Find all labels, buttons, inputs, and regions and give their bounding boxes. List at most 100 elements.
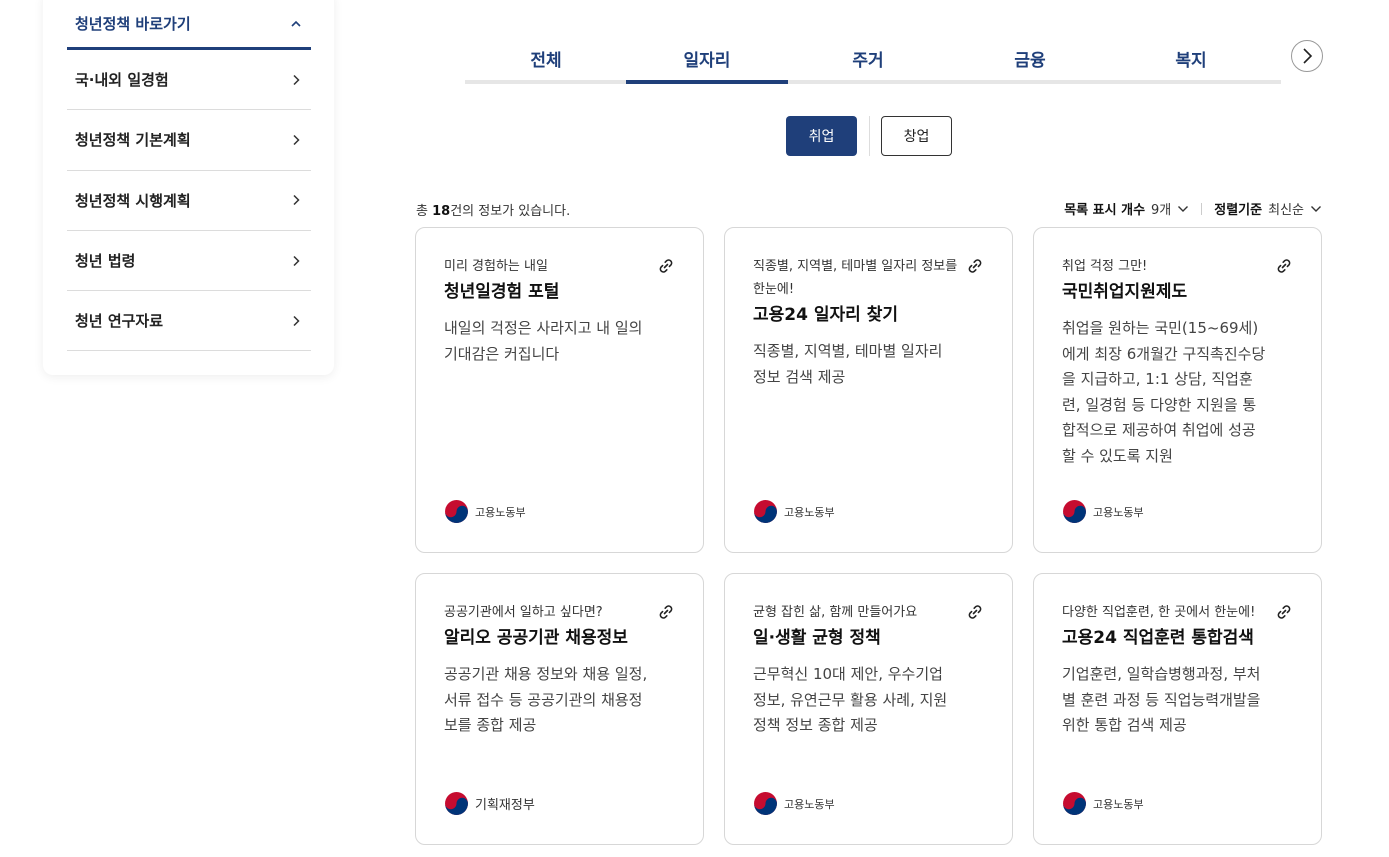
card-title: 고용24 직업훈련 통합검색 bbox=[1062, 628, 1254, 648]
chevron-right-icon bbox=[293, 255, 300, 266]
policy-card[interactable]: 균형 잡힌 삶, 함께 만들어가요 일·생활 균형 정책 근무혁신 10대 제안… bbox=[724, 573, 1013, 845]
policy-card[interactable]: 직종별, 지역별, 테마별 일자리 정보를 한눈에! 고용24 일자리 찾기 직… bbox=[724, 227, 1013, 553]
sidebar-item-research-materials[interactable]: 청년 연구자료 bbox=[67, 291, 311, 352]
link-icon[interactable] bbox=[1275, 257, 1293, 275]
sort-value: 최신순 bbox=[1268, 203, 1304, 218]
tabs-next-button[interactable] bbox=[1291, 40, 1323, 72]
policy-card[interactable]: 공공기관에서 일하고 싶다면? 알리오 공공기관 채용정보 공공기관 채용 정보… bbox=[415, 573, 704, 845]
sidebar-item-label: 국·내외 일경험 bbox=[75, 71, 169, 90]
sidebar-item-label: 청년정책 시행계획 bbox=[75, 191, 191, 210]
subtab-startup[interactable]: 창업 bbox=[881, 116, 952, 156]
sidebar-item-implementation-plan[interactable]: 청년정책 시행계획 bbox=[67, 171, 311, 231]
page-size-dropdown[interactable]: 목록 표시 개수 9개 bbox=[1064, 199, 1189, 218]
organization-name: 고용노동부 bbox=[475, 505, 526, 519]
card-title: 일·생활 균형 정책 bbox=[753, 628, 881, 648]
category-tabs: 전체 일자리 주거 금융 복지 bbox=[465, 32, 1281, 84]
subtab-employment[interactable]: 취업 bbox=[786, 116, 857, 156]
chevron-down-icon bbox=[1178, 205, 1189, 212]
card-title: 고용24 일자리 찾기 bbox=[753, 305, 898, 325]
card-description: 취업을 원하는 국민(15~69세)에게 최장 6개월간 구직촉진수당을 지급하… bbox=[1062, 319, 1266, 465]
policy-card[interactable]: 취업 걱정 그만! 국민취업지원제도 취업을 원하는 국민(15~69세)에게 … bbox=[1033, 227, 1322, 553]
organization-name: 고용노동부 bbox=[784, 505, 835, 519]
page: 청년정책 바로가기 국·내외 일경험 청년정책 기본계획 청년정책 시행계획 청… bbox=[0, 0, 1389, 857]
government-emblem-icon bbox=[754, 500, 777, 523]
card-description: 근무혁신 10대 제안, 우수기업 정보, 유연근무 활용 사례, 지원정책 정… bbox=[753, 665, 948, 734]
policy-card[interactable]: 미리 경험하는 내일 청년일경험 포털 내일의 걱정은 사라지고 내 일의 기대… bbox=[415, 227, 704, 553]
control-divider bbox=[1201, 202, 1203, 215]
sidebar-title: 청년정책 바로가기 bbox=[75, 15, 191, 33]
count-suffix: 건의 정보가 있습니다. bbox=[450, 204, 571, 219]
chevron-right-icon bbox=[293, 315, 300, 326]
government-emblem-icon bbox=[445, 792, 468, 815]
tab-welfare[interactable]: 복지 bbox=[1110, 32, 1272, 84]
tab-housing[interactable]: 주거 bbox=[787, 32, 949, 84]
card-subtitle: 균형 잡힌 삶, 함께 만들어가요 bbox=[753, 605, 918, 620]
link-icon[interactable] bbox=[657, 603, 675, 621]
sidebar-item-label: 청년 연구자료 bbox=[75, 312, 164, 331]
card-text: 직종별, 지역별, 테마별 일자리 정보를 한눈에! 고용24 일자리 찾기 직… bbox=[753, 255, 959, 390]
organization-name: 고용노동부 bbox=[784, 797, 835, 811]
card-organization: 고용노동부 bbox=[444, 499, 526, 524]
link-icon[interactable] bbox=[657, 257, 675, 275]
government-emblem-icon bbox=[1063, 792, 1086, 815]
policy-card[interactable]: 다양한 직업훈련, 한 곳에서 한눈에! 고용24 직업훈련 통합검색 기업훈련… bbox=[1033, 573, 1322, 845]
card-organization: 기획재정부 bbox=[444, 791, 535, 816]
sidebar-list: 국·내외 일경험 청년정책 기본계획 청년정책 시행계획 청년 법령 청년 연구… bbox=[67, 50, 311, 352]
card-title: 국민취업지원제도 bbox=[1062, 282, 1188, 302]
page-size-label: 목록 표시 개수 bbox=[1064, 203, 1146, 218]
organization-name: 기획재정부 bbox=[475, 798, 535, 813]
card-text: 균형 잡힌 삶, 함께 만들어가요 일·생활 균형 정책 근무혁신 10대 제안… bbox=[753, 601, 959, 739]
count-number: 18 bbox=[432, 204, 451, 219]
chevron-right-icon bbox=[293, 74, 300, 85]
chevron-right-icon bbox=[293, 134, 300, 145]
card-description: 기업훈련, 일학습병행과정, 부처별 훈련 과정 등 직업능력개발을 위한 통합… bbox=[1062, 665, 1261, 734]
card-description: 공공기관 채용 정보와 채용 일정, 서류 접수 등 공공기관의 채용정보를 종… bbox=[444, 665, 648, 734]
card-organization: 고용노동부 bbox=[753, 499, 835, 524]
card-subtitle: 미리 경험하는 내일 bbox=[444, 259, 548, 274]
sort-label: 정렬기준 bbox=[1214, 203, 1263, 218]
chevron-right-icon bbox=[293, 195, 300, 206]
tab-finance[interactable]: 금융 bbox=[949, 32, 1111, 84]
sort-dropdown[interactable]: 정렬기준 최신순 bbox=[1214, 199, 1322, 218]
card-title: 청년일경험 포털 bbox=[444, 282, 560, 302]
card-text: 공공기관에서 일하고 싶다면? 알리오 공공기관 채용정보 공공기관 채용 정보… bbox=[444, 601, 650, 739]
card-text: 취업 걱정 그만! 국민취업지원제도 취업을 원하는 국민(15~69세)에게 … bbox=[1062, 255, 1268, 469]
sidebar-item-youth-laws[interactable]: 청년 법령 bbox=[67, 231, 311, 292]
sidebar-item-global-work-experience[interactable]: 국·내외 일경험 bbox=[67, 50, 311, 111]
card-subtitle: 공공기관에서 일하고 싶다면? bbox=[444, 605, 603, 620]
organization-name: 고용노동부 bbox=[1093, 505, 1144, 519]
government-emblem-icon bbox=[754, 792, 777, 815]
card-subtitle: 직종별, 지역별, 테마별 일자리 정보를 한눈에! bbox=[753, 259, 958, 297]
sidebar-header[interactable]: 청년정책 바로가기 bbox=[67, 0, 311, 50]
card-subtitle: 취업 걱정 그만! bbox=[1062, 259, 1148, 274]
government-emblem-icon bbox=[1063, 500, 1086, 523]
chevron-right-icon bbox=[1303, 48, 1313, 64]
government-emblem-icon bbox=[445, 500, 468, 523]
link-icon[interactable] bbox=[966, 257, 984, 275]
card-organization: 고용노동부 bbox=[1062, 791, 1144, 816]
youth-policy-shortcuts-panel: 청년정책 바로가기 국·내외 일경험 청년정책 기본계획 청년정책 시행계획 청… bbox=[43, 0, 334, 375]
list-controls: 목록 표시 개수 9개 정렬기준 최신순 bbox=[1064, 199, 1322, 218]
sidebar-item-label: 청년정책 기본계획 bbox=[75, 131, 191, 150]
page-size-value: 9개 bbox=[1151, 203, 1172, 218]
organization-name: 고용노동부 bbox=[1093, 797, 1144, 811]
subtab-divider bbox=[869, 116, 870, 156]
link-icon[interactable] bbox=[966, 603, 984, 621]
link-icon[interactable] bbox=[1275, 603, 1293, 621]
card-subtitle: 다양한 직업훈련, 한 곳에서 한눈에! bbox=[1062, 605, 1256, 620]
tab-all[interactable]: 전체 bbox=[465, 32, 627, 84]
card-title: 알리오 공공기관 채용정보 bbox=[444, 628, 628, 648]
chevron-down-icon bbox=[1311, 205, 1321, 212]
chevron-up-icon bbox=[291, 20, 301, 27]
card-description: 직종별, 지역별, 테마별 일자리 정보 검색 제공 bbox=[753, 342, 943, 386]
sidebar-item-basic-plan[interactable]: 청년정책 기본계획 bbox=[67, 110, 311, 171]
card-text: 다양한 직업훈련, 한 곳에서 한눈에! 고용24 직업훈련 통합검색 기업훈련… bbox=[1062, 601, 1268, 739]
result-count: 총 18건의 정보가 있습니다. bbox=[416, 200, 570, 219]
card-organization: 고용노동부 bbox=[753, 791, 835, 816]
tab-jobs[interactable]: 일자리 bbox=[626, 32, 788, 84]
count-prefix: 총 bbox=[416, 204, 433, 219]
sidebar-item-label: 청년 법령 bbox=[75, 252, 136, 271]
card-text: 미리 경험하는 내일 청년일경험 포털 내일의 걱정은 사라지고 내 일의 기대… bbox=[444, 255, 650, 367]
card-description: 내일의 걱정은 사라지고 내 일의 기대감은 커집니다 bbox=[444, 319, 643, 363]
card-organization: 고용노동부 bbox=[1062, 499, 1144, 524]
